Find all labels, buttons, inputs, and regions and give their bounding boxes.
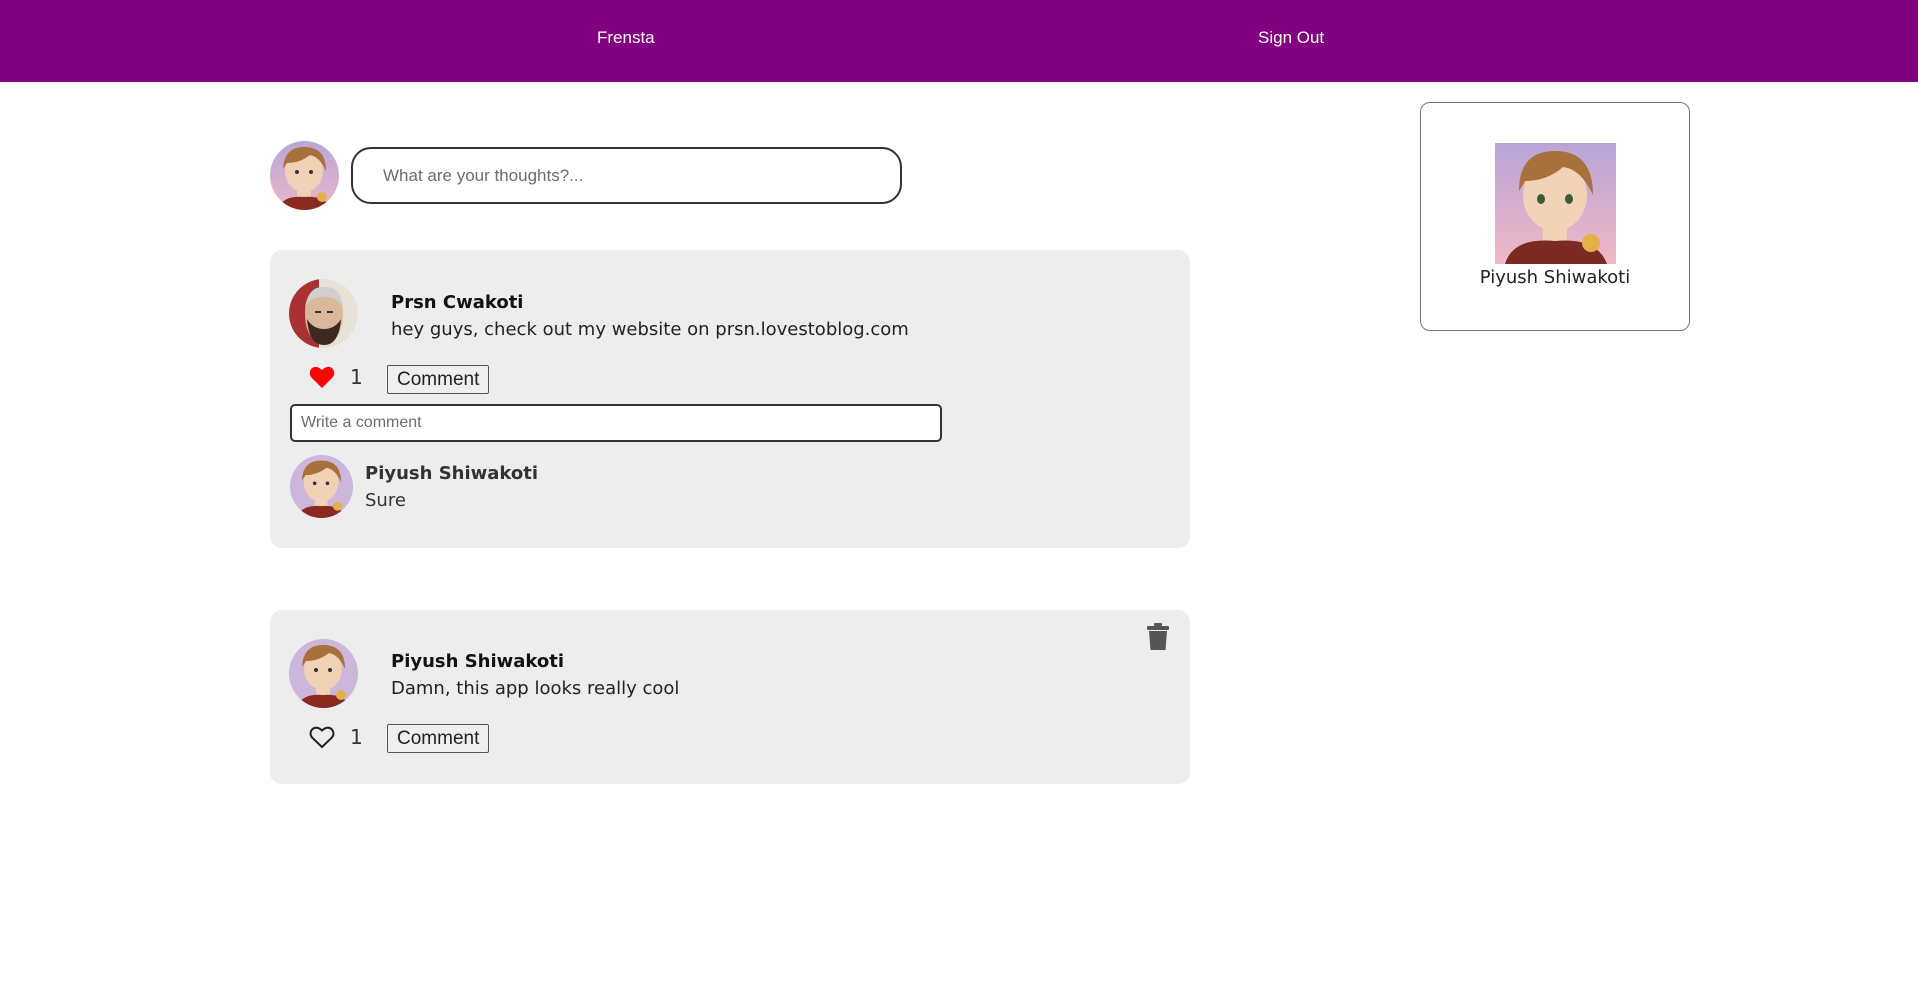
- brand-link[interactable]: Frensta: [597, 28, 655, 48]
- comment-input[interactable]: [290, 404, 942, 442]
- comment-button[interactable]: Comment: [387, 365, 490, 394]
- like-count: 1: [350, 725, 363, 749]
- post-author-name[interactable]: Piyush Shiwakoti: [391, 651, 564, 672]
- top-navbar: Frensta Sign Out: [0, 0, 1918, 82]
- comment-author-avatar[interactable]: [290, 455, 353, 518]
- heart-outline-icon[interactable]: [309, 725, 335, 749]
- sign-out-link[interactable]: Sign Out: [1258, 28, 1324, 48]
- comment-button[interactable]: Comment: [387, 724, 490, 753]
- post-text: Damn, this app looks really cool: [391, 678, 680, 699]
- heart-filled-icon[interactable]: [309, 365, 335, 389]
- post-author-avatar[interactable]: [289, 279, 358, 348]
- profile-card: Piyush Shiwakoti: [1420, 102, 1690, 331]
- like-count: 1: [350, 365, 363, 389]
- post-card: Piyush Shiwakoti Damn, this app looks re…: [270, 610, 1190, 784]
- post-text: hey guys, check out my website on prsn.l…: [391, 319, 909, 340]
- comment-text: Sure: [365, 490, 406, 511]
- current-user-avatar: [270, 141, 339, 210]
- trash-icon[interactable]: [1147, 623, 1169, 650]
- thoughts-input[interactable]: [351, 147, 902, 204]
- profile-picture[interactable]: [1495, 143, 1616, 264]
- post-card: Prsn Cwakoti hey guys, check out my webs…: [270, 250, 1190, 548]
- comment-author-name[interactable]: Piyush Shiwakoti: [365, 463, 538, 484]
- post-author-avatar[interactable]: [289, 639, 358, 708]
- post-author-name[interactable]: Prsn Cwakoti: [391, 292, 523, 313]
- profile-name: Piyush Shiwakoti: [1479, 267, 1631, 288]
